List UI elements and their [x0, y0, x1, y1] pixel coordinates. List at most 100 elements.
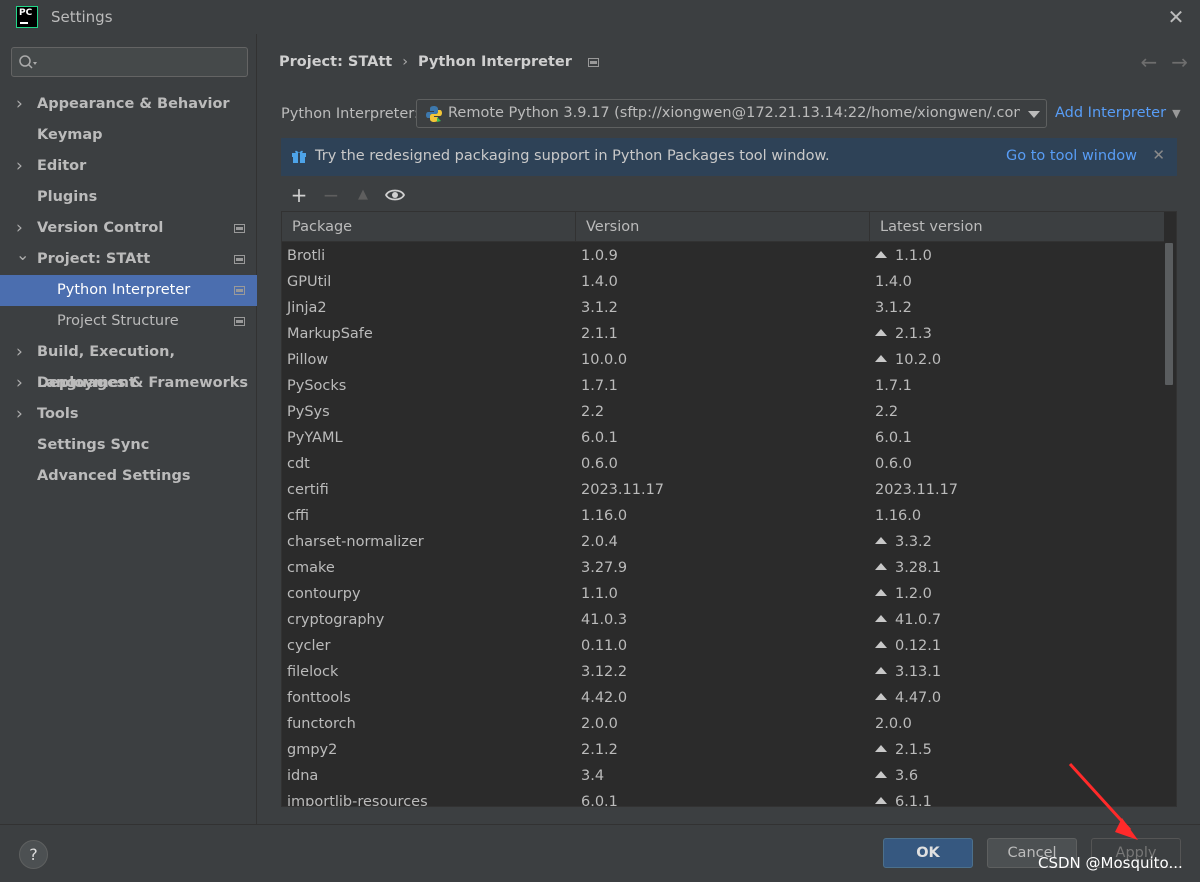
- sidebar-item-settings-sync[interactable]: Settings Sync: [0, 430, 257, 461]
- table-row[interactable]: cryptography 41.0.3 41.0.7: [282, 607, 1164, 633]
- sidebar-item-keymap[interactable]: Keymap: [0, 120, 257, 151]
- close-window-button[interactable]: ✕: [1164, 5, 1188, 29]
- package-version: 1.16.0: [581, 508, 628, 524]
- settings-nav-tree: › Appearance & Behavior Keymap › Editor Plugi…: [0, 89, 257, 492]
- table-row[interactable]: PySys 2.2 2.2: [282, 399, 1164, 425]
- latest-version-text: 2.0.0: [875, 716, 912, 732]
- settings-search-field[interactable]: [11, 47, 248, 77]
- remove-package-button[interactable]: −: [319, 183, 343, 207]
- table-row[interactable]: Pillow 10.0.0 10.2.0: [282, 347, 1164, 373]
- table-scrollbar[interactable]: [1162, 243, 1176, 806]
- table-row[interactable]: Jinja2 3.1.2 3.1.2: [282, 295, 1164, 321]
- table-row[interactable]: functorch 2.0.0 2.0.0: [282, 711, 1164, 737]
- package-name: filelock: [287, 664, 339, 680]
- breadcrumb: Project: STAtt › Python Interpreter: [279, 54, 599, 70]
- sidebar-item-project-statt[interactable]: ⌄ Project: STAtt: [0, 244, 257, 275]
- close-banner-icon[interactable]: ✕: [1152, 146, 1165, 164]
- table-row[interactable]: importlib-resources 6.0.1 6.1.1: [282, 789, 1164, 807]
- table-row[interactable]: certifi 2023.11.17 2023.11.17: [282, 477, 1164, 503]
- package-version: 3.4: [581, 768, 605, 784]
- packaging-notification-banner: Try the redesigned packaging support in …: [281, 138, 1177, 176]
- chevron-down-icon[interactable]: ▼: [1172, 107, 1180, 120]
- table-row[interactable]: MarkupSafe 2.1.1 2.1.3: [282, 321, 1164, 347]
- table-row[interactable]: fonttools 4.42.0 4.47.0: [282, 685, 1164, 711]
- project-scope-icon: [234, 255, 245, 264]
- column-header-latest-version[interactable]: Latest version: [870, 212, 1164, 242]
- package-name: cdt: [287, 456, 310, 472]
- package-name: gmpy2: [287, 742, 338, 758]
- back-arrow-icon[interactable]: ←: [1140, 50, 1157, 74]
- table-row[interactable]: GPUtil 1.4.0 1.4.0: [282, 269, 1164, 295]
- package-latest-version: 1.1.0: [875, 243, 932, 269]
- triangle-up-icon: [875, 329, 887, 336]
- chevron-right-icon[interactable]: ›: [16, 151, 23, 182]
- scrollbar-thumb[interactable]: [1165, 243, 1173, 385]
- pycharm-logo-icon: PC: [16, 6, 38, 28]
- table-row[interactable]: cmake 3.27.9 3.28.1: [282, 555, 1164, 581]
- table-row[interactable]: PySocks 1.7.1 1.7.1: [282, 373, 1164, 399]
- package-latest-version: 2.1.3: [875, 321, 932, 347]
- add-package-button[interactable]: +: [287, 183, 311, 207]
- package-latest-version: 6.0.1: [875, 425, 912, 451]
- package-version: 6.0.1: [581, 794, 618, 807]
- breadcrumb-separator: ›: [402, 54, 409, 70]
- add-interpreter-link[interactable]: Add Interpreter ▼: [1055, 105, 1181, 121]
- sidebar-item-plugins[interactable]: Plugins: [0, 182, 257, 213]
- table-row[interactable]: cdt 0.6.0 0.6.0: [282, 451, 1164, 477]
- package-name: charset-normalizer: [287, 534, 424, 550]
- sidebar-item-editor[interactable]: › Editor: [0, 151, 257, 182]
- table-row[interactable]: contourpy 1.1.0 1.2.0: [282, 581, 1164, 607]
- history-navigation: ← →: [1126, 50, 1188, 74]
- sidebar-item-advanced-settings[interactable]: Advanced Settings: [0, 461, 257, 492]
- sidebar-item-build-execution-deployment[interactable]: › Build, Execution, Deployment: [0, 337, 257, 391]
- latest-version-text: 6.0.1: [875, 430, 912, 446]
- package-latest-version: 0.6.0: [875, 451, 912, 477]
- package-name: fonttools: [287, 690, 351, 706]
- sidebar-item-version-control[interactable]: › Version Control: [0, 213, 257, 244]
- latest-version-text: 3.1.2: [875, 300, 912, 316]
- table-row[interactable]: cffi 1.16.0 1.16.0: [282, 503, 1164, 529]
- sidebar-item-languages-frameworks[interactable]: › Languages & Frameworks: [0, 368, 257, 399]
- sidebar-item-appearance-behavior[interactable]: › Appearance & Behavior: [0, 89, 257, 120]
- breadcrumb-project[interactable]: Project: STAtt: [279, 54, 392, 70]
- chevron-right-icon[interactable]: ›: [16, 368, 23, 399]
- packages-toolbar: + − ▲: [281, 180, 1177, 210]
- help-button[interactable]: ?: [19, 840, 48, 869]
- triangle-up-icon: [875, 251, 887, 258]
- show-early-releases-button[interactable]: [383, 183, 407, 207]
- forward-arrow-icon[interactable]: →: [1171, 50, 1188, 74]
- package-version: 2.0.4: [581, 534, 618, 550]
- interpreter-dropdown[interactable]: Remote Python 3.9.17 (sftp://xiongwen@17…: [416, 99, 1047, 128]
- go-to-tool-window-link[interactable]: Go to tool window: [1006, 148, 1137, 164]
- dropdown-arrow-icon[interactable]: [1028, 111, 1040, 118]
- table-row[interactable]: idna 3.4 3.6: [282, 763, 1164, 789]
- column-header-package[interactable]: Package: [282, 212, 576, 242]
- sidebar-item-python-interpreter[interactable]: Python Interpreter: [0, 275, 257, 306]
- chevron-right-icon[interactable]: ›: [16, 89, 23, 120]
- sidebar-item-tools[interactable]: › Tools: [0, 399, 257, 430]
- table-row[interactable]: PyYAML 6.0.1 6.0.1: [282, 425, 1164, 451]
- search-input[interactable]: [40, 52, 240, 72]
- sidebar-item-label: Plugins: [37, 189, 98, 205]
- package-latest-version: 41.0.7: [875, 607, 941, 633]
- table-row[interactable]: cycler 0.11.0 0.12.1: [282, 633, 1164, 659]
- package-version: 41.0.3: [581, 612, 628, 628]
- upgrade-package-button[interactable]: ▲: [351, 183, 375, 207]
- package-version: 3.1.2: [581, 300, 618, 316]
- column-header-version[interactable]: Version: [576, 212, 870, 242]
- package-latest-version: 2.0.0: [875, 711, 912, 737]
- table-row[interactable]: filelock 3.12.2 3.13.1: [282, 659, 1164, 685]
- table-row[interactable]: Brotli 1.0.9 1.1.0: [282, 243, 1164, 269]
- ok-button[interactable]: OK: [883, 838, 973, 868]
- chevron-down-icon[interactable]: ⌄: [16, 239, 29, 270]
- table-row[interactable]: gmpy2 2.1.2 2.1.5: [282, 737, 1164, 763]
- package-version: 4.42.0: [581, 690, 628, 706]
- chevron-right-icon[interactable]: ›: [16, 337, 23, 368]
- table-row[interactable]: charset-normalizer 2.0.4 3.3.2: [282, 529, 1164, 555]
- package-name: idna: [287, 768, 319, 784]
- sidebar-item-label: Project Structure: [57, 313, 179, 329]
- add-interpreter-label[interactable]: Add Interpreter: [1055, 105, 1166, 121]
- chevron-right-icon[interactable]: ›: [16, 399, 23, 430]
- package-latest-version: 10.2.0: [875, 347, 941, 373]
- sidebar-item-project-structure[interactable]: Project Structure: [0, 306, 257, 337]
